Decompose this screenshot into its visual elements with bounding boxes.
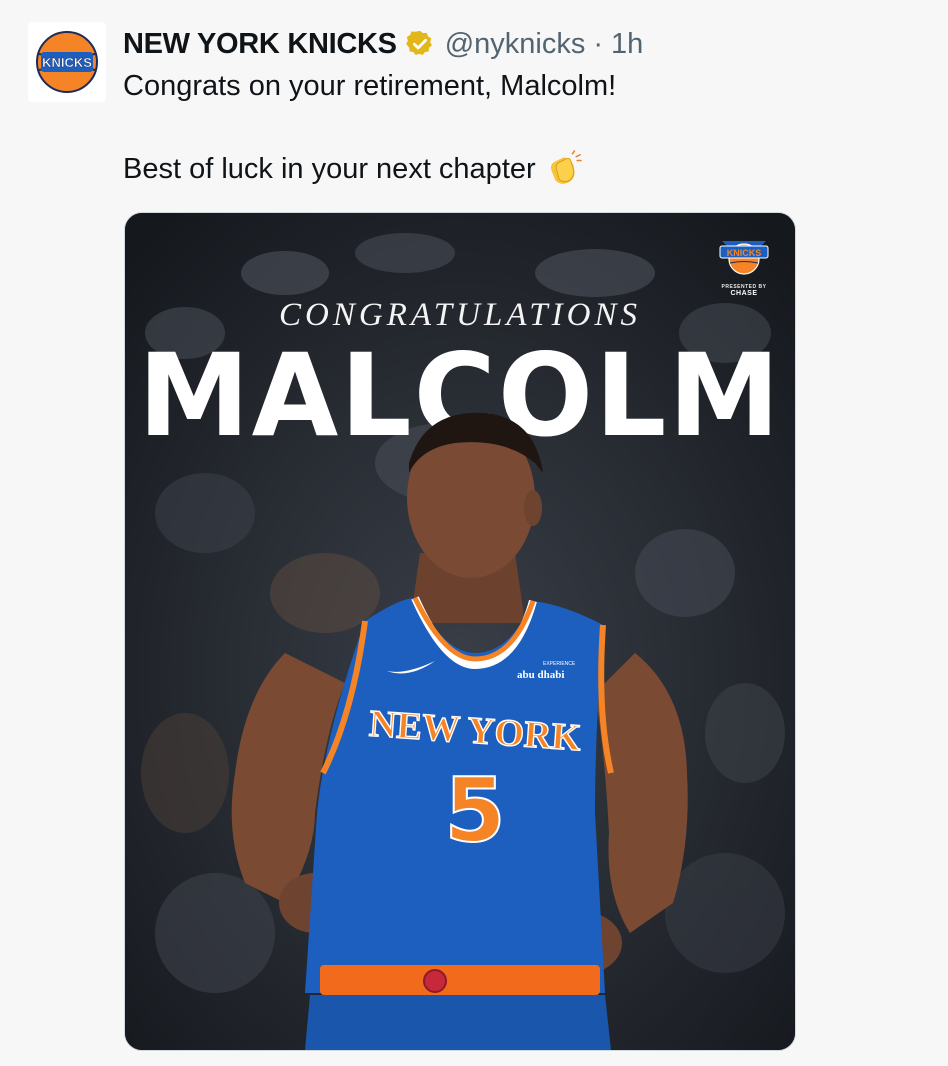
jersey-number: 5 (444, 759, 505, 862)
tweet-text-line-1: Congrats on your retirement, Malcolm! (123, 70, 617, 102)
clapping-hands-icon (544, 150, 582, 188)
tweet-text-line-2: Best of luck in your next chapter (123, 150, 582, 188)
tweet-header: NEW YORK KNICKS @nyknicks · 1h (123, 26, 643, 62)
knicks-logo-icon: KNICKS (36, 31, 98, 93)
display-name[interactable]: NEW YORK KNICKS (123, 28, 397, 61)
avatar-logo-text: KNICKS (42, 55, 92, 70)
jersey-sponsor: abu dhabi (517, 669, 564, 681)
verified-badge-icon[interactable] (405, 29, 435, 59)
avatar[interactable]: KNICKS (28, 22, 106, 102)
tweet-media-image[interactable]: KNICKS PRESENTED BY CHASE CONGRATULATION… (124, 212, 796, 1051)
handle[interactable]: @nyknicks (445, 28, 586, 61)
jersey-sponsor-small: EXPERIENCE (543, 661, 576, 667)
separator-dot: · (593, 27, 604, 60)
tweet-text-line-2-content: Best of luck in your next chapter (123, 152, 536, 185)
player-illustration: EXPERIENCE abu dhabi NEW YORK 5 (231, 412, 688, 1050)
timestamp[interactable]: 1h (611, 28, 643, 61)
